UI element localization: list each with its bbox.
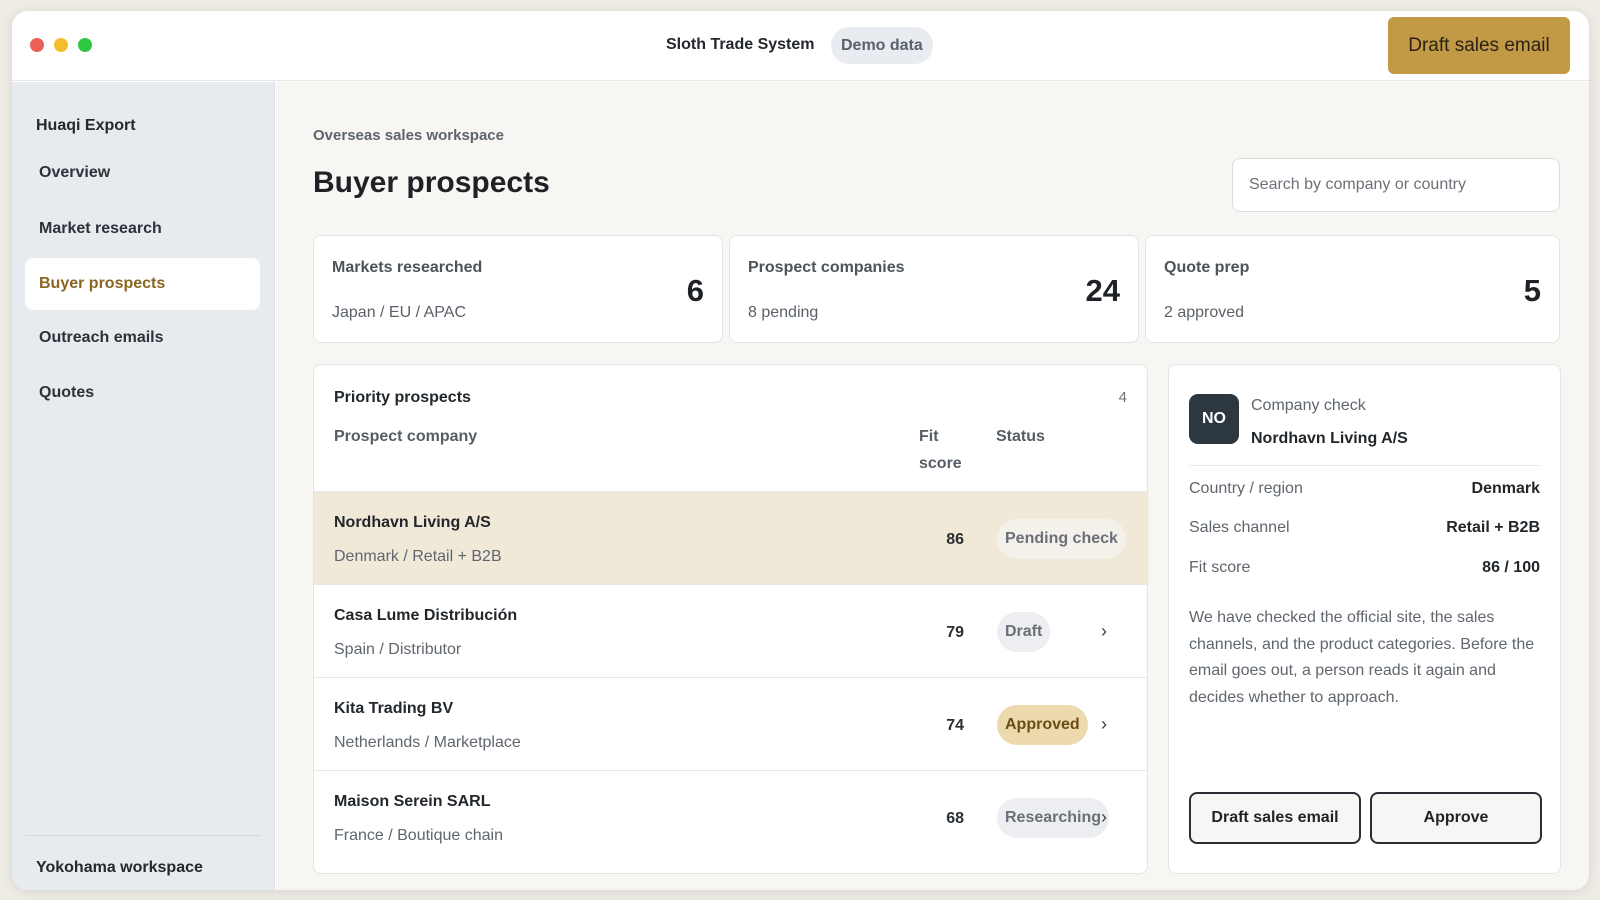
sidebar-divider (25, 835, 260, 836)
table-count: 4 (1118, 389, 1127, 406)
page-title: Buyer prospects (313, 166, 550, 199)
stat-card-markets: Markets researched Japan / EU / APAC 6 (313, 235, 723, 343)
priority-prospects-table: Priority prospects 4 Prospect company Fi… (313, 364, 1148, 874)
draft-email-button[interactable]: Draft sales email (1189, 792, 1361, 844)
row-fit-score: 79 (946, 624, 964, 641)
stat-value: 5 (1523, 273, 1541, 308)
chevron-right-icon[interactable]: › (1101, 807, 1107, 828)
app-window: Sloth Trade System Demo data Draft sales… (12, 11, 1589, 890)
row-company-meta: Spain / Distributor (334, 641, 462, 658)
avatar: NO (1189, 394, 1239, 444)
chevron-right-icon[interactable]: › (1101, 714, 1107, 735)
field-label-country: Country / region (1189, 480, 1303, 497)
status-badge: Draft (997, 612, 1051, 652)
panel-company-name: Nordhavn Living A/S (1251, 430, 1408, 447)
row-fit-score: 86 (946, 531, 964, 548)
row-company-meta: Denmark / Retail + B2B (334, 548, 502, 565)
field-label-channel: Sales channel (1189, 519, 1290, 536)
row-company-meta: Netherlands / Marketplace (334, 734, 521, 751)
table-title: Priority prospects (334, 389, 471, 406)
draft-sales-email-button[interactable]: Draft sales email (1388, 17, 1570, 74)
main-content: Overseas sales workspace Buyer prospects… (276, 82, 1589, 890)
stat-value: 6 (686, 273, 704, 308)
row-company-name: Maison Serein SARL (334, 793, 491, 810)
row-fit-score: 74 (946, 717, 964, 734)
panel-divider (1189, 465, 1540, 466)
stat-card-prospects: Prospect companies 8 pending 24 (729, 235, 1139, 343)
row-company-meta: France / Boutique chain (334, 827, 503, 844)
workspace-switcher[interactable]: Yokohama workspace (36, 859, 203, 877)
column-header-fit-score: Fit score (919, 423, 979, 477)
app-title: Sloth Trade System (666, 36, 815, 53)
column-header-company: Prospect company (334, 428, 478, 445)
close-window-icon[interactable] (30, 38, 44, 52)
column-header-fit-line2: score (919, 455, 962, 472)
column-header-fit-line1: Fit (919, 428, 939, 445)
status-badge: Researching (997, 798, 1110, 838)
row-company-name: Nordhavn Living A/S (334, 514, 491, 531)
company-check-note: We have checked the official site, the s… (1189, 609, 1535, 706)
sidebar-item-overview[interactable]: Overview (25, 147, 260, 199)
stat-card-quote-prep: Quote prep 2 approved 5 (1145, 235, 1560, 343)
table-row[interactable]: Maison Serein SARL France / Boutique cha… (314, 770, 1147, 873)
sidebar: Huaqi Export Overview Market research Bu… (12, 82, 275, 890)
stat-subtext: 2 approved (1164, 304, 1245, 321)
sidebar-item-quotes[interactable]: Quotes (25, 367, 260, 419)
row-company-name: Kita Trading BV (334, 700, 454, 717)
organization-name: Huaqi Export (36, 117, 136, 134)
stat-subtext: Japan / EU / APAC (332, 304, 466, 321)
approve-button[interactable]: Approve (1370, 792, 1542, 844)
minimize-window-icon[interactable] (54, 38, 68, 52)
search-input[interactable] (1232, 158, 1560, 212)
demo-data-badge: Demo data (831, 27, 933, 64)
sidebar-item-buyer-prospects[interactable]: Buyer prospects (25, 258, 260, 310)
stat-label: Quote prep (1164, 259, 1250, 276)
maximize-window-icon[interactable] (78, 38, 92, 52)
field-value-fit-score: 86 / 100 (1482, 559, 1540, 576)
row-company-name: Casa Lume Distribución (334, 607, 518, 624)
company-check-panel: NO Company check Nordhavn Living A/S Cou… (1168, 364, 1561, 874)
stat-label: Prospect companies (748, 259, 905, 276)
column-header-status: Status (996, 428, 1045, 445)
window-controls (30, 38, 92, 52)
status-badge: Approved (997, 705, 1088, 745)
status-badge: Pending check (997, 519, 1126, 559)
title-bar: Sloth Trade System Demo data Draft sales… (12, 11, 1589, 81)
table-row[interactable]: Kita Trading BV Netherlands / Marketplac… (314, 677, 1147, 770)
chevron-right-icon[interactable]: › (1101, 621, 1107, 642)
sidebar-item-outreach-emails[interactable]: Outreach emails (25, 312, 260, 364)
table-row[interactable]: Nordhavn Living A/S Denmark / Retail + B… (314, 491, 1147, 584)
panel-kicker: Company check (1251, 397, 1366, 414)
table-row[interactable]: Casa Lume Distribución Spain / Distribut… (314, 584, 1147, 677)
row-fit-score: 68 (946, 810, 964, 827)
stat-label: Markets researched (332, 259, 483, 276)
stat-value: 24 (1085, 273, 1120, 308)
breadcrumb: Overseas sales workspace (313, 127, 504, 144)
field-value-channel: Retail + B2B (1446, 519, 1540, 536)
field-value-country: Denmark (1471, 480, 1540, 497)
stat-subtext: 8 pending (748, 304, 819, 321)
field-label-fit-score: Fit score (1189, 559, 1251, 576)
sidebar-item-market-research[interactable]: Market research (25, 203, 260, 255)
